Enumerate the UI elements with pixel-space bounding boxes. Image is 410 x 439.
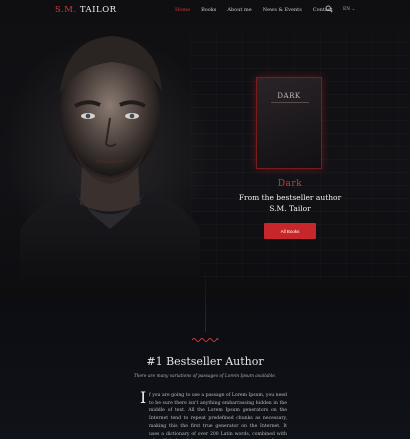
search-icon[interactable] <box>325 5 333 13</box>
section-divider-line <box>205 262 206 332</box>
nav-item-home[interactable]: Home <box>175 7 190 13</box>
wave-divider-icon <box>191 338 219 342</box>
logo-initials: S.M. <box>55 5 77 15</box>
hero-tagline: From the bestseller author <box>238 193 342 202</box>
logo-name: TAILOR <box>79 5 117 15</box>
nav-item-news-events[interactable]: News & Events <box>263 7 302 13</box>
nav-item-about[interactable]: About me <box>227 7 251 13</box>
nav-item-books[interactable]: Books <box>201 7 216 13</box>
all-books-button[interactable]: All Books <box>264 223 316 239</box>
author-portrait <box>20 36 200 284</box>
book-cover[interactable]: DARK <box>256 77 322 169</box>
section-body-text: f you are going to use a passage of Lore… <box>149 393 287 437</box>
section-subtitle: There are many variations of passages of… <box>133 374 277 379</box>
language-selector[interactable]: EN ⌄ <box>343 7 355 12</box>
site-logo[interactable]: S.M. TAILOR <box>55 5 117 15</box>
top-navigation: S.M. TAILOR Home Books About me News & E… <box>0 0 410 20</box>
main-menu: Home Books About me News & Events Contac… <box>175 7 333 13</box>
book-title[interactable]: Dark <box>230 179 350 189</box>
hero-author-name: S.M. Tailor <box>269 204 311 213</box>
book-cover-divider <box>271 102 309 103</box>
book-cover-title: DARK <box>277 92 301 100</box>
drop-cap: I <box>140 388 147 407</box>
hero-section: DARK Dark From the bestseller author S.M… <box>0 0 410 300</box>
section-title: #1 Bestseller Author <box>146 355 264 368</box>
